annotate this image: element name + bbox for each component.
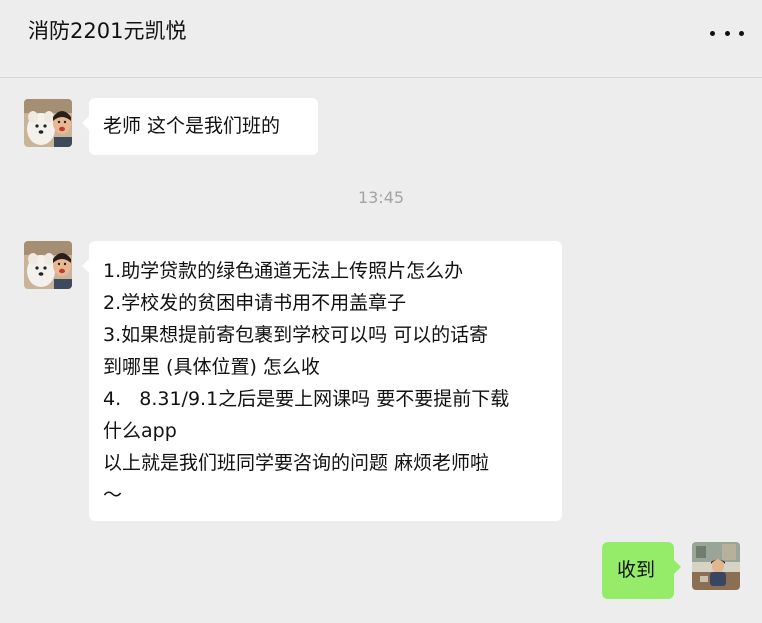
my-message-bubble[interactable]: 收到	[602, 542, 681, 599]
message-line: 3.如果想提前寄包裹到学校可以吗 可以的话寄	[103, 324, 489, 346]
message-text: 收到	[617, 559, 656, 581]
my-avatar[interactable]	[692, 542, 740, 590]
dog-and-person-avatar-icon	[24, 241, 72, 289]
chat-title: 消防2201元凯悦	[28, 19, 187, 43]
chat-header: 消防2201元凯悦	[0, 0, 762, 78]
message-bubble[interactable]: 1.助学贷款的绿色通道无法上传照片怎么办 2.学校发的贫困申请书用不用盖章子 3…	[82, 241, 562, 521]
message-line: 1.助学贷款的绿色通道无法上传照片怎么办	[103, 260, 464, 282]
message-line: 以上就是我们班同学要咨询的问题 麻烦老师啦	[103, 452, 490, 474]
message-line: 什么app	[103, 420, 177, 442]
sender-avatar[interactable]	[24, 241, 72, 289]
sender-avatar[interactable]	[24, 99, 72, 147]
more-dots-icon[interactable]	[710, 26, 744, 40]
message-line: 4. 8.31/9.1之后是要上网课吗 要不要提前下载	[103, 388, 510, 410]
message-bubble[interactable]: 老师 这个是我们班的	[82, 98, 318, 155]
message-line: 2.学校发的贫困申请书用不用盖章子	[103, 292, 407, 314]
timestamp: 13:45	[357, 188, 405, 207]
message-line: 到哪里 (具体位置) 怎么收	[103, 356, 320, 378]
my-photo-avatar-icon	[692, 542, 740, 590]
dog-and-person-avatar-icon	[24, 99, 72, 147]
message-text: 老师 这个是我们班的	[103, 115, 281, 137]
message-line: ～	[103, 484, 123, 506]
